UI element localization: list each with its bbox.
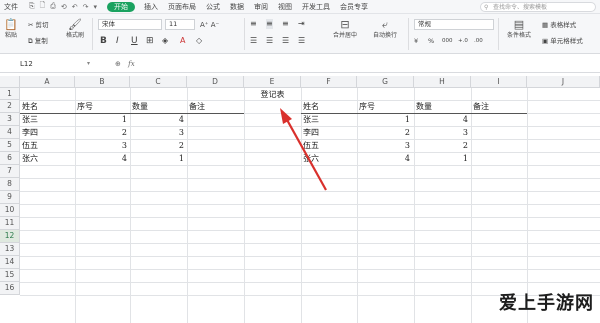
annotation-arrow bbox=[280, 108, 327, 191]
spreadsheet-app: 文件 ⎘ 🗋 ⎙ ⟲ ↶ ↷ ▾ 开始 插入 页面布局 公式 数据 审阅 视图 … bbox=[0, 0, 600, 323]
arrow-head bbox=[280, 108, 292, 124]
watermark-logo: 爱上手游网 bbox=[499, 293, 594, 314]
arrow-shaft bbox=[285, 117, 327, 191]
